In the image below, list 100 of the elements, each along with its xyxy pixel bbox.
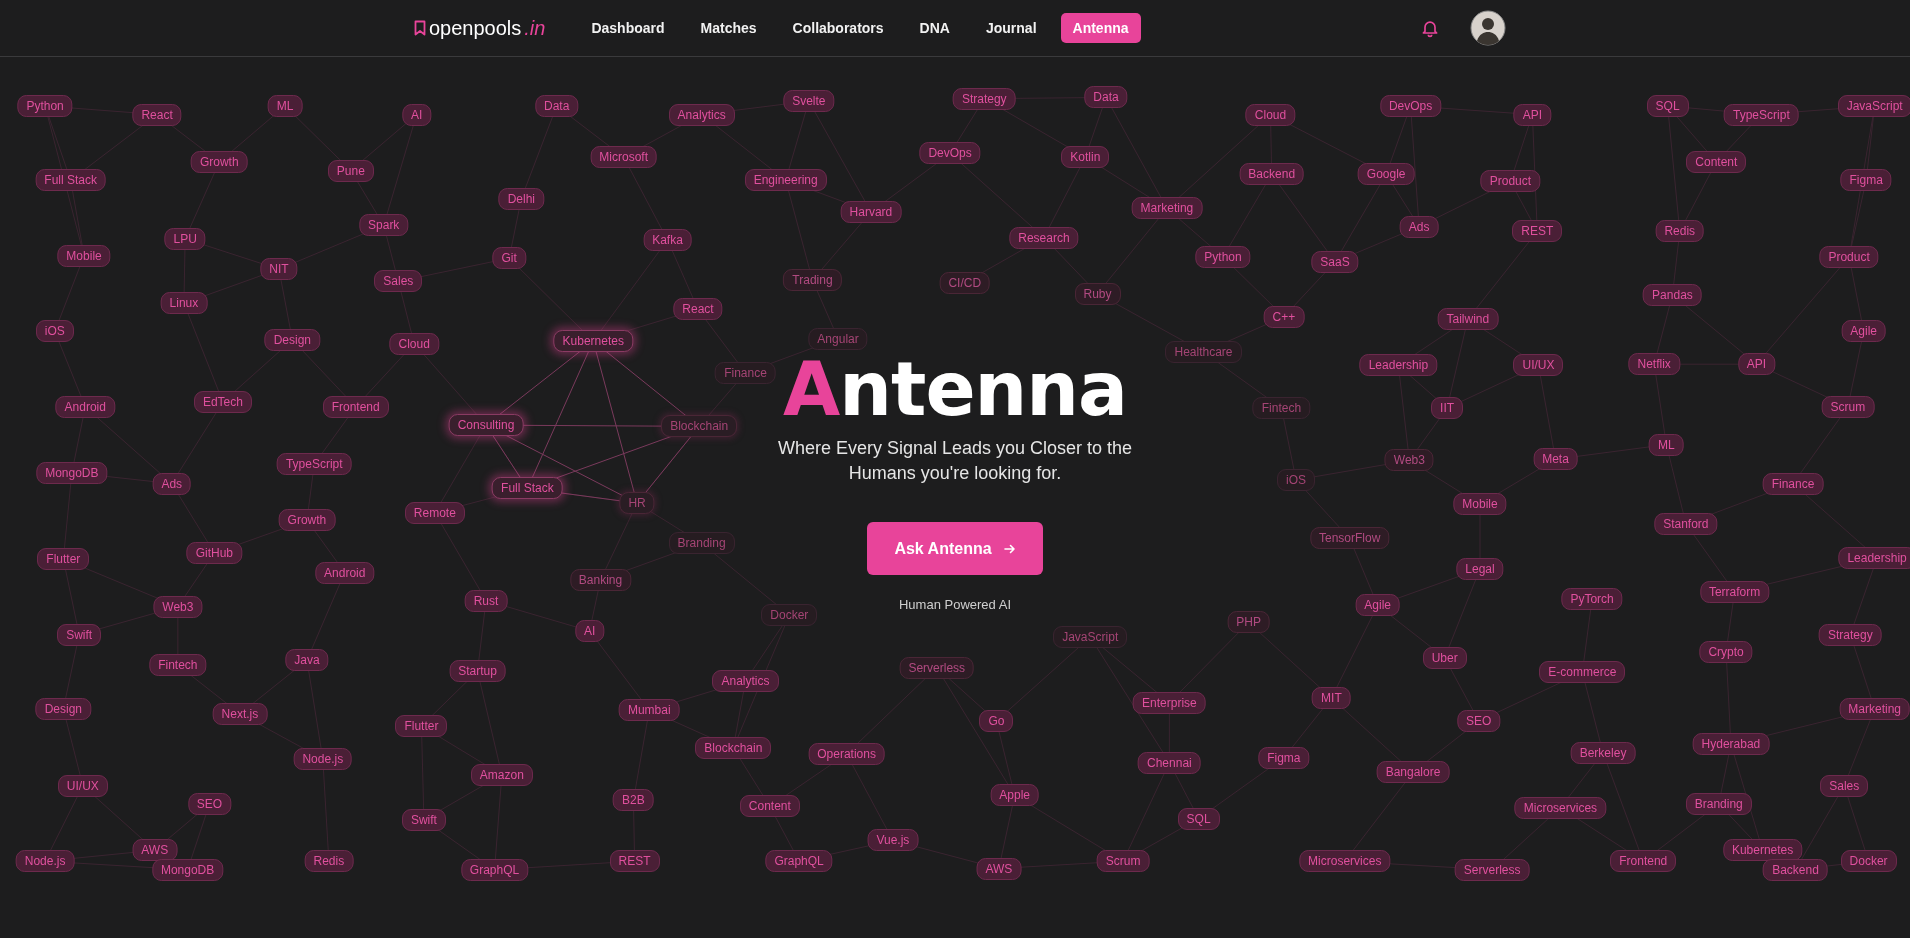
- skill-tag[interactable]: CI/CD: [939, 271, 991, 294]
- skill-tag[interactable]: Backend: [1763, 858, 1828, 881]
- skill-tag[interactable]: PyTorch: [1561, 588, 1623, 611]
- skill-tag[interactable]: Content: [1686, 151, 1747, 173]
- skill-tag[interactable]: Pune: [327, 159, 374, 182]
- ask-antenna-button[interactable]: Ask Antenna: [867, 522, 1043, 575]
- skill-tag[interactable]: Git: [492, 247, 526, 270]
- skill-tag[interactable]: API: [1513, 103, 1552, 126]
- skill-tag[interactable]: Scrum: [1821, 395, 1875, 418]
- skill-tag[interactable]: Serverless: [1454, 858, 1530, 881]
- skill-tag[interactable]: Netflix: [1628, 353, 1680, 376]
- skill-tag[interactable]: Flutter: [37, 548, 90, 571]
- skill-tag[interactable]: MongoDB: [36, 461, 108, 484]
- skill-tag[interactable]: Vue.js: [867, 829, 919, 852]
- skill-tag[interactable]: iOS: [35, 320, 74, 343]
- nav-tab[interactable]: Journal: [973, 13, 1049, 43]
- skill-tag[interactable]: MongoDB: [151, 858, 224, 881]
- skill-tag[interactable]: HR: [619, 492, 655, 515]
- skill-tag[interactable]: AI: [574, 619, 605, 642]
- skill-tag[interactable]: Design: [35, 697, 91, 720]
- skill-tag[interactable]: Mobile: [1453, 493, 1507, 516]
- skill-tag[interactable]: Apple: [990, 784, 1040, 807]
- skill-tag[interactable]: Kotlin: [1061, 146, 1110, 169]
- skill-tag[interactable]: Legal: [1456, 557, 1504, 580]
- skill-tag[interactable]: Mobile: [57, 244, 111, 267]
- skill-tag[interactable]: Web3: [1384, 449, 1434, 472]
- skill-tag[interactable]: GitHub: [186, 542, 243, 564]
- skill-tag[interactable]: Healthcare: [1165, 341, 1242, 364]
- skill-tag[interactable]: SQL: [1646, 94, 1689, 117]
- skill-tag[interactable]: Leadership: [1838, 546, 1910, 569]
- skill-tag[interactable]: IIT: [1431, 397, 1464, 420]
- skill-tag[interactable]: Java: [285, 649, 329, 672]
- nav-tab[interactable]: Antenna: [1060, 13, 1141, 43]
- skill-tag[interactable]: Research: [1009, 226, 1079, 249]
- skill-tag[interactable]: Trading: [783, 269, 842, 292]
- skill-tag[interactable]: Kubernetes: [1722, 839, 1803, 862]
- skill-tag[interactable]: E-commerce: [1539, 661, 1626, 684]
- skill-tag[interactable]: PHP: [1227, 611, 1270, 634]
- skill-tag[interactable]: Analytics: [712, 669, 779, 692]
- skill-tag[interactable]: API: [1737, 353, 1776, 376]
- skill-tag[interactable]: Engineering: [744, 169, 827, 192]
- skill-tag[interactable]: TypeScript: [276, 453, 352, 476]
- nav-tab[interactable]: Dashboard: [579, 13, 677, 43]
- skill-tag[interactable]: GraphQL: [460, 858, 529, 881]
- skill-tag[interactable]: Uber: [1422, 646, 1467, 669]
- skill-tag[interactable]: Finance: [1762, 472, 1824, 495]
- skill-tag[interactable]: Redis: [304, 850, 354, 873]
- skill-tag[interactable]: Full Stack: [492, 477, 563, 500]
- skill-tag[interactable]: AWS: [976, 857, 1022, 880]
- skill-tag[interactable]: Cloud: [389, 332, 439, 355]
- nav-tab[interactable]: Collaborators: [780, 13, 896, 43]
- skill-tag[interactable]: Ads: [1399, 215, 1439, 238]
- skill-tag[interactable]: Python: [1195, 246, 1251, 268]
- skill-tag[interactable]: Ruby: [1074, 282, 1121, 305]
- skill-tag[interactable]: TypeScript: [1724, 103, 1799, 126]
- skill-tag[interactable]: Consulting: [448, 414, 524, 437]
- skill-tag[interactable]: Angular: [808, 327, 868, 350]
- skill-tag[interactable]: Tailwind: [1437, 308, 1499, 331]
- skill-tag[interactable]: NIT: [260, 258, 298, 281]
- skill-tag[interactable]: UI/UX: [57, 774, 108, 797]
- skill-tag[interactable]: Remote: [404, 501, 465, 524]
- skill-tag[interactable]: Meta: [1533, 448, 1578, 471]
- skill-tag[interactable]: Linux: [160, 292, 208, 315]
- skill-tag[interactable]: Flutter: [395, 715, 448, 737]
- skill-tag[interactable]: Product: [1480, 170, 1541, 193]
- skill-tag[interactable]: Backend: [1239, 163, 1305, 186]
- skill-tag[interactable]: Terraform: [1699, 581, 1770, 603]
- skill-tag[interactable]: React: [132, 103, 182, 126]
- skill-tag[interactable]: Spark: [359, 214, 409, 237]
- skill-tag[interactable]: Blockchain: [661, 415, 738, 438]
- skill-tag[interactable]: Branding: [668, 532, 735, 555]
- skill-tag[interactable]: Leadership: [1359, 354, 1438, 377]
- skill-tag[interactable]: Microsoft: [590, 146, 657, 169]
- skill-tag[interactable]: AI: [401, 103, 432, 126]
- skill-tag[interactable]: iOS: [1277, 468, 1316, 491]
- skill-tag[interactable]: Serverless: [899, 656, 975, 679]
- skill-tag[interactable]: Microservices: [1299, 850, 1391, 873]
- skill-tag[interactable]: MIT: [1312, 686, 1351, 709]
- skill-tag[interactable]: Frontend: [1610, 850, 1677, 873]
- logo[interactable]: openpools.in: [414, 16, 546, 40]
- skill-tag[interactable]: Node.js: [293, 747, 353, 770]
- skill-tag[interactable]: Fintech: [1252, 397, 1311, 420]
- skill-tag[interactable]: Product: [1819, 246, 1879, 268]
- skill-tag[interactable]: Scrum: [1096, 850, 1150, 873]
- skill-tag[interactable]: Data: [1084, 86, 1128, 109]
- skill-tag[interactable]: Hyderabad: [1692, 733, 1770, 756]
- skill-tag[interactable]: Figma: [1840, 169, 1892, 192]
- skill-tag[interactable]: AWS: [132, 839, 178, 862]
- skill-tag[interactable]: Rust: [464, 589, 508, 612]
- skill-tag[interactable]: Go: [979, 710, 1014, 733]
- skill-tag[interactable]: Branding: [1685, 792, 1752, 815]
- skill-tag[interactable]: Node.js: [15, 850, 75, 873]
- skill-tag[interactable]: Enterprise: [1133, 691, 1206, 714]
- skill-tag[interactable]: SQL: [1177, 807, 1220, 830]
- skill-tag[interactable]: B2B: [613, 789, 654, 812]
- skill-tag[interactable]: Sales: [1820, 774, 1869, 797]
- skill-tag[interactable]: Pandas: [1643, 283, 1702, 306]
- skill-tag[interactable]: Startup: [449, 660, 506, 683]
- skill-tag[interactable]: SaaS: [1311, 250, 1359, 273]
- skill-tag[interactable]: Data: [535, 94, 579, 117]
